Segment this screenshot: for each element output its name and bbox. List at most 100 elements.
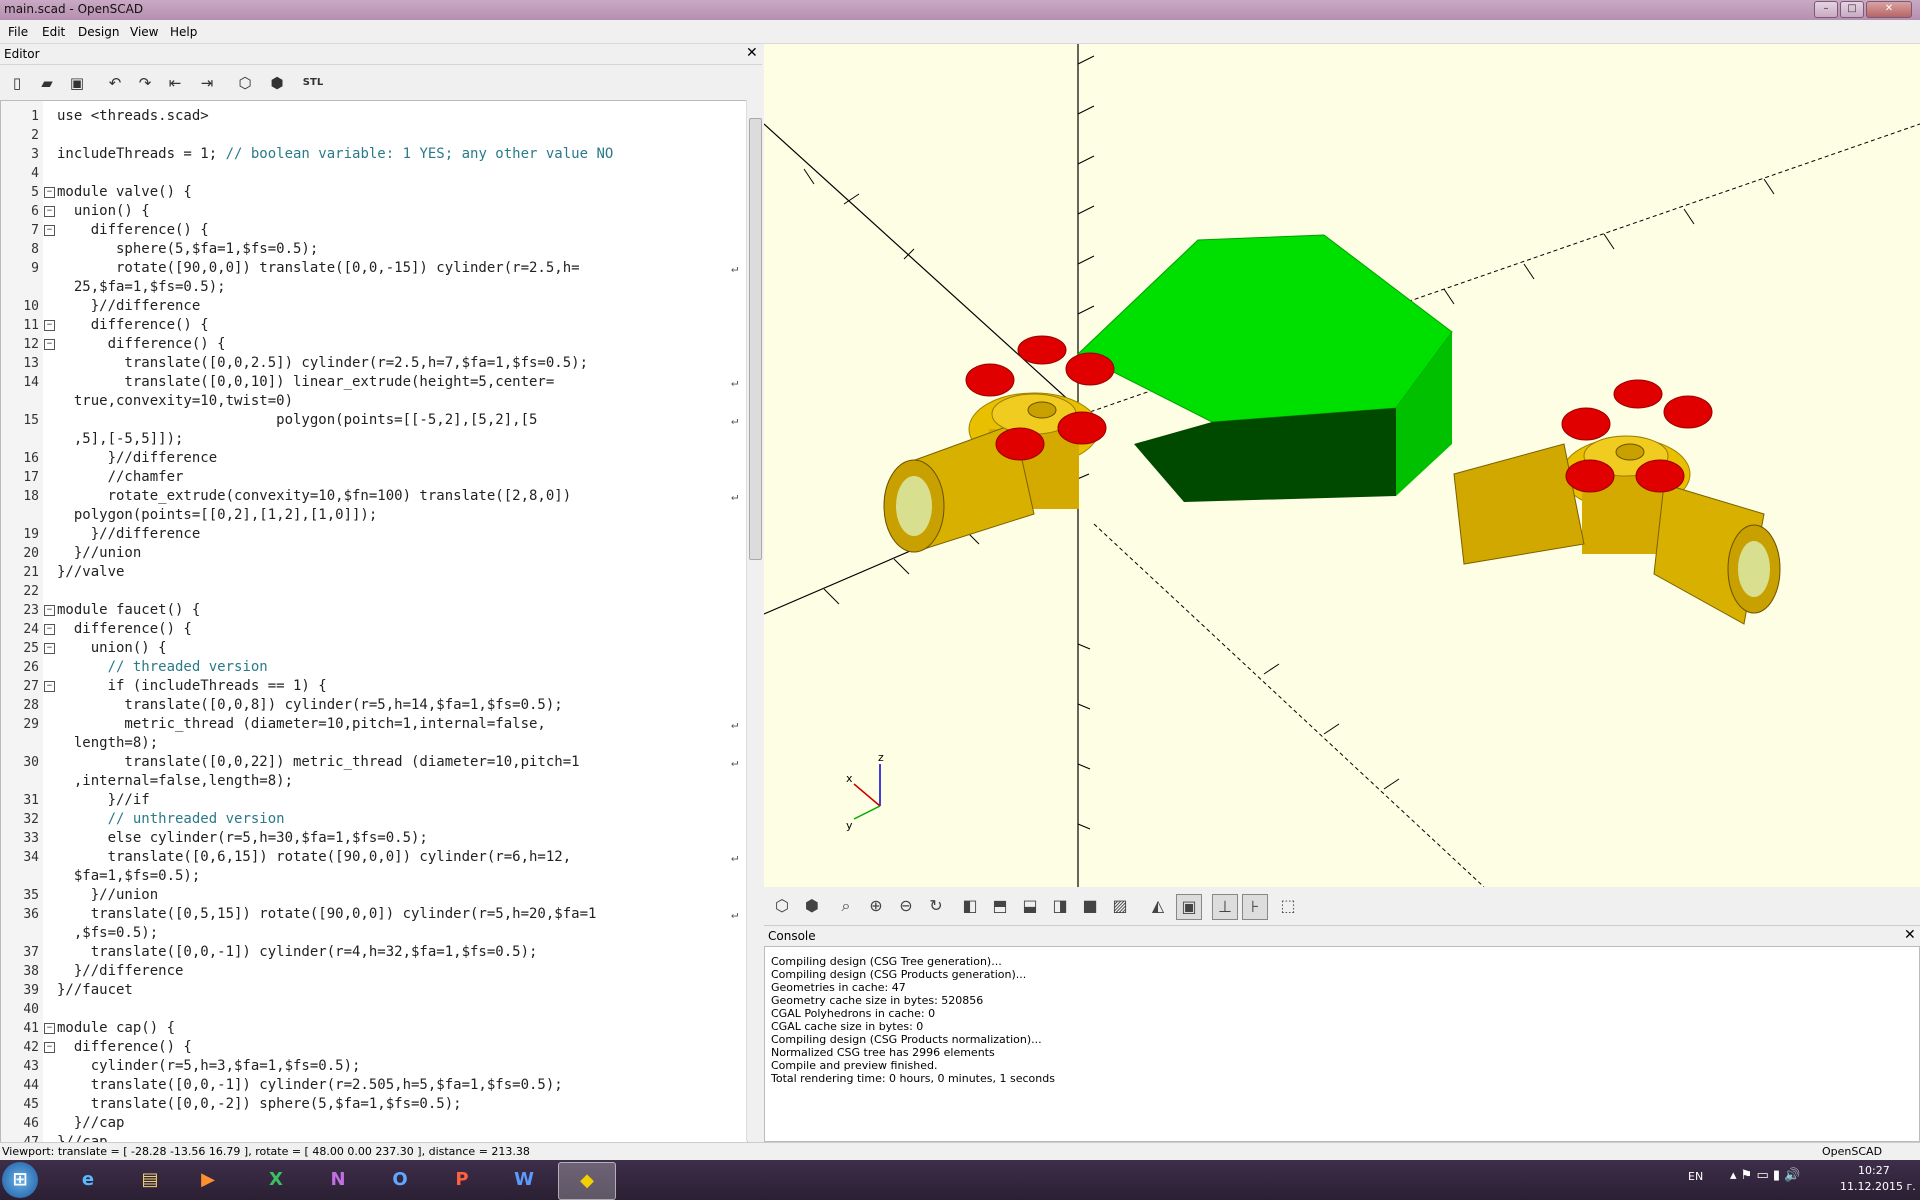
menu-edit[interactable]: Edit — [42, 25, 65, 39]
zoom-in-icon[interactable]: ⊕ — [864, 894, 888, 918]
code-line[interactable]: 20 }//union — [1, 544, 747, 563]
code-line[interactable]: 34 translate([0,6,15]) rotate([90,0,0]) … — [1, 848, 747, 867]
code-line[interactable]: 37 translate([0,0,-1]) cylinder(r=4,h=32… — [1, 943, 747, 962]
powerpoint-icon[interactable]: P — [438, 1162, 486, 1198]
view-all-icon[interactable]: ⌕ — [834, 894, 858, 918]
code-line[interactable]: 13 translate([0,0,2.5]) cylinder(r=2.5,h… — [1, 354, 747, 373]
view-right-icon[interactable]: ◧ — [958, 894, 982, 918]
code-line[interactable]: 38 }//difference — [1, 962, 747, 981]
editor-scrollbar[interactable] — [746, 100, 763, 1141]
fold-toggle-icon[interactable]: − — [44, 187, 55, 198]
onenote-icon[interactable]: N — [314, 1162, 362, 1198]
code-line[interactable]: 7− difference() { — [1, 221, 747, 240]
3d-viewport[interactable]: z x y — [764, 44, 1920, 887]
export-stl-icon[interactable]: STL — [302, 72, 324, 94]
redo-icon[interactable]: ↷ — [134, 72, 156, 94]
preview-icon[interactable]: ⬡ — [234, 72, 256, 94]
code-line[interactable]: 41− module cap() { — [1, 1019, 747, 1038]
code-line[interactable]: 33 else cylinder(r=5,h=30,$fa=1,$fs=0.5)… — [1, 829, 747, 848]
code-line[interactable]: 44 translate([0,0,-1]) cylinder(r=2.505,… — [1, 1076, 747, 1095]
preview-icon[interactable]: ⬡ — [770, 894, 794, 918]
view-left-icon[interactable]: ◨ — [1048, 894, 1072, 918]
view-bottom-icon[interactable]: ⬓ — [1018, 894, 1042, 918]
code-line[interactable]: 3 includeThreads = 1; // boolean variable… — [1, 145, 747, 164]
minimize-button[interactable]: – — [1814, 1, 1838, 18]
excel-icon[interactable]: X — [252, 1162, 300, 1198]
start-button[interactable]: ⊞ — [2, 1162, 38, 1198]
code-line[interactable]: 27− if (includeThreads == 1) { — [1, 677, 747, 696]
code-line[interactable]: 11− difference() { — [1, 316, 747, 335]
code-line[interactable]: 31 }//if — [1, 791, 747, 810]
render-icon[interactable]: ⬢ — [266, 72, 288, 94]
code-line[interactable]: 43 cylinder(r=5,h=3,$fa=1,$fs=0.5); — [1, 1057, 747, 1076]
fold-toggle-icon[interactable]: − — [44, 1023, 55, 1034]
code-line[interactable]: 16 }//difference — [1, 449, 747, 468]
code-line[interactable]: 12− difference() { — [1, 335, 747, 354]
zoom-out-icon[interactable]: ⊖ — [894, 894, 918, 918]
code-line[interactable]: 35 }//union — [1, 886, 747, 905]
unindent-icon[interactable]: ⇤ — [164, 72, 186, 94]
fold-toggle-icon[interactable]: − — [44, 643, 55, 654]
file-explorer-icon[interactable]: ▤ — [126, 1162, 174, 1198]
close-window-button[interactable]: ✕ — [1866, 1, 1912, 18]
code-line[interactable]: 23− module faucet() { — [1, 601, 747, 620]
code-line[interactable]: 9 rotate([90,0,0]) translate([0,0,-15]) … — [1, 259, 747, 278]
code-line[interactable]: 15 polygon(points=[[-5,2],[5,2],[5 ↵ — [1, 411, 747, 430]
code-line[interactable]: 25,$fa=1,$fs=0.5); — [1, 278, 747, 297]
undo-icon[interactable]: ↶ — [104, 72, 126, 94]
code-line[interactable]: 29 metric_thread (diameter=10,pitch=1,in… — [1, 715, 747, 734]
fold-toggle-icon[interactable]: − — [44, 681, 55, 692]
language-indicator[interactable]: EN — [1688, 1170, 1703, 1183]
render-icon[interactable]: ⬢ — [800, 894, 824, 918]
menu-view[interactable]: View — [130, 25, 158, 39]
fold-toggle-icon[interactable]: − — [44, 320, 55, 331]
code-line[interactable]: 25− union() { — [1, 639, 747, 658]
menu-file[interactable]: File — [8, 25, 28, 39]
reset-view-icon[interactable]: ↻ — [924, 894, 948, 918]
fold-toggle-icon[interactable]: − — [44, 339, 55, 350]
code-line[interactable]: 10 }//difference — [1, 297, 747, 316]
code-line[interactable]: 40 — [1, 1000, 747, 1019]
code-line[interactable]: true,convexity=10,twist=0) — [1, 392, 747, 411]
fold-toggle-icon[interactable]: − — [44, 605, 55, 616]
editor-scrollbar-thumb[interactable] — [749, 118, 762, 560]
maximize-button[interactable]: □ — [1840, 1, 1864, 18]
code-line[interactable]: ,internal=false,length=8); — [1, 772, 747, 791]
fold-toggle-icon[interactable]: − — [44, 225, 55, 236]
code-line[interactable]: 45 translate([0,0,-2]) sphere(5,$fa=1,$f… — [1, 1095, 747, 1114]
code-line[interactable]: 14 translate([0,0,10]) linear_extrude(he… — [1, 373, 747, 392]
code-line[interactable]: 17 //chamfer — [1, 468, 747, 487]
code-line[interactable]: $fa=1,$fs=0.5); — [1, 867, 747, 886]
show-scale-icon[interactable]: ⊦ — [1242, 894, 1268, 920]
indent-icon[interactable]: ⇥ — [196, 72, 218, 94]
fold-toggle-icon[interactable]: − — [44, 206, 55, 217]
openscad-taskbar-icon[interactable]: ◆ — [558, 1162, 616, 1200]
perspective-icon[interactable]: ◭ — [1146, 894, 1170, 918]
code-line[interactable]: 32 // unthreaded version — [1, 810, 747, 829]
code-line[interactable]: 39}//faucet — [1, 981, 747, 1000]
code-line[interactable]: 19 }//difference — [1, 525, 747, 544]
menu-design[interactable]: Design — [78, 25, 119, 39]
code-line[interactable]: 36 translate([0,5,15]) rotate([90,0,0]) … — [1, 905, 747, 924]
show-edges-icon[interactable]: ⬚ — [1276, 894, 1300, 918]
clock-time[interactable]: 10:27 — [1858, 1164, 1890, 1177]
code-line[interactable]: 1 use <threads.scad> — [1, 107, 747, 126]
code-line[interactable]: 8 sphere(5,$fa=1,$fs=0.5); — [1, 240, 747, 259]
code-line[interactable]: 30 translate([0,0,22]) metric_thread (di… — [1, 753, 747, 772]
code-line[interactable]: 6− union() { — [1, 202, 747, 221]
editor-close-button[interactable]: ✕ — [746, 45, 758, 61]
code-line[interactable]: ,5],[-5,5]]); — [1, 430, 747, 449]
fold-toggle-icon[interactable]: − — [44, 1042, 55, 1053]
code-line[interactable]: 24− difference() { — [1, 620, 747, 639]
code-line[interactable]: 2 — [1, 126, 747, 145]
internet-explorer-icon[interactable]: e — [64, 1162, 112, 1198]
view-top-icon[interactable]: ⬒ — [988, 894, 1012, 918]
code-line[interactable]: 4 — [1, 164, 747, 183]
clock-date[interactable]: 11.12.2015 г. — [1840, 1180, 1916, 1193]
code-line[interactable]: 28 translate([0,0,8]) cylinder(r=5,h=14,… — [1, 696, 747, 715]
orthogonal-icon[interactable]: ▣ — [1176, 894, 1202, 920]
code-line[interactable]: ,$fs=0.5); — [1, 924, 747, 943]
code-editor[interactable]: 1 use <threads.scad> 2 3 includeThreads = 1;… — [0, 100, 748, 1143]
view-front-icon[interactable]: ■ — [1078, 894, 1102, 918]
code-line[interactable]: 26 // threaded version — [1, 658, 747, 677]
